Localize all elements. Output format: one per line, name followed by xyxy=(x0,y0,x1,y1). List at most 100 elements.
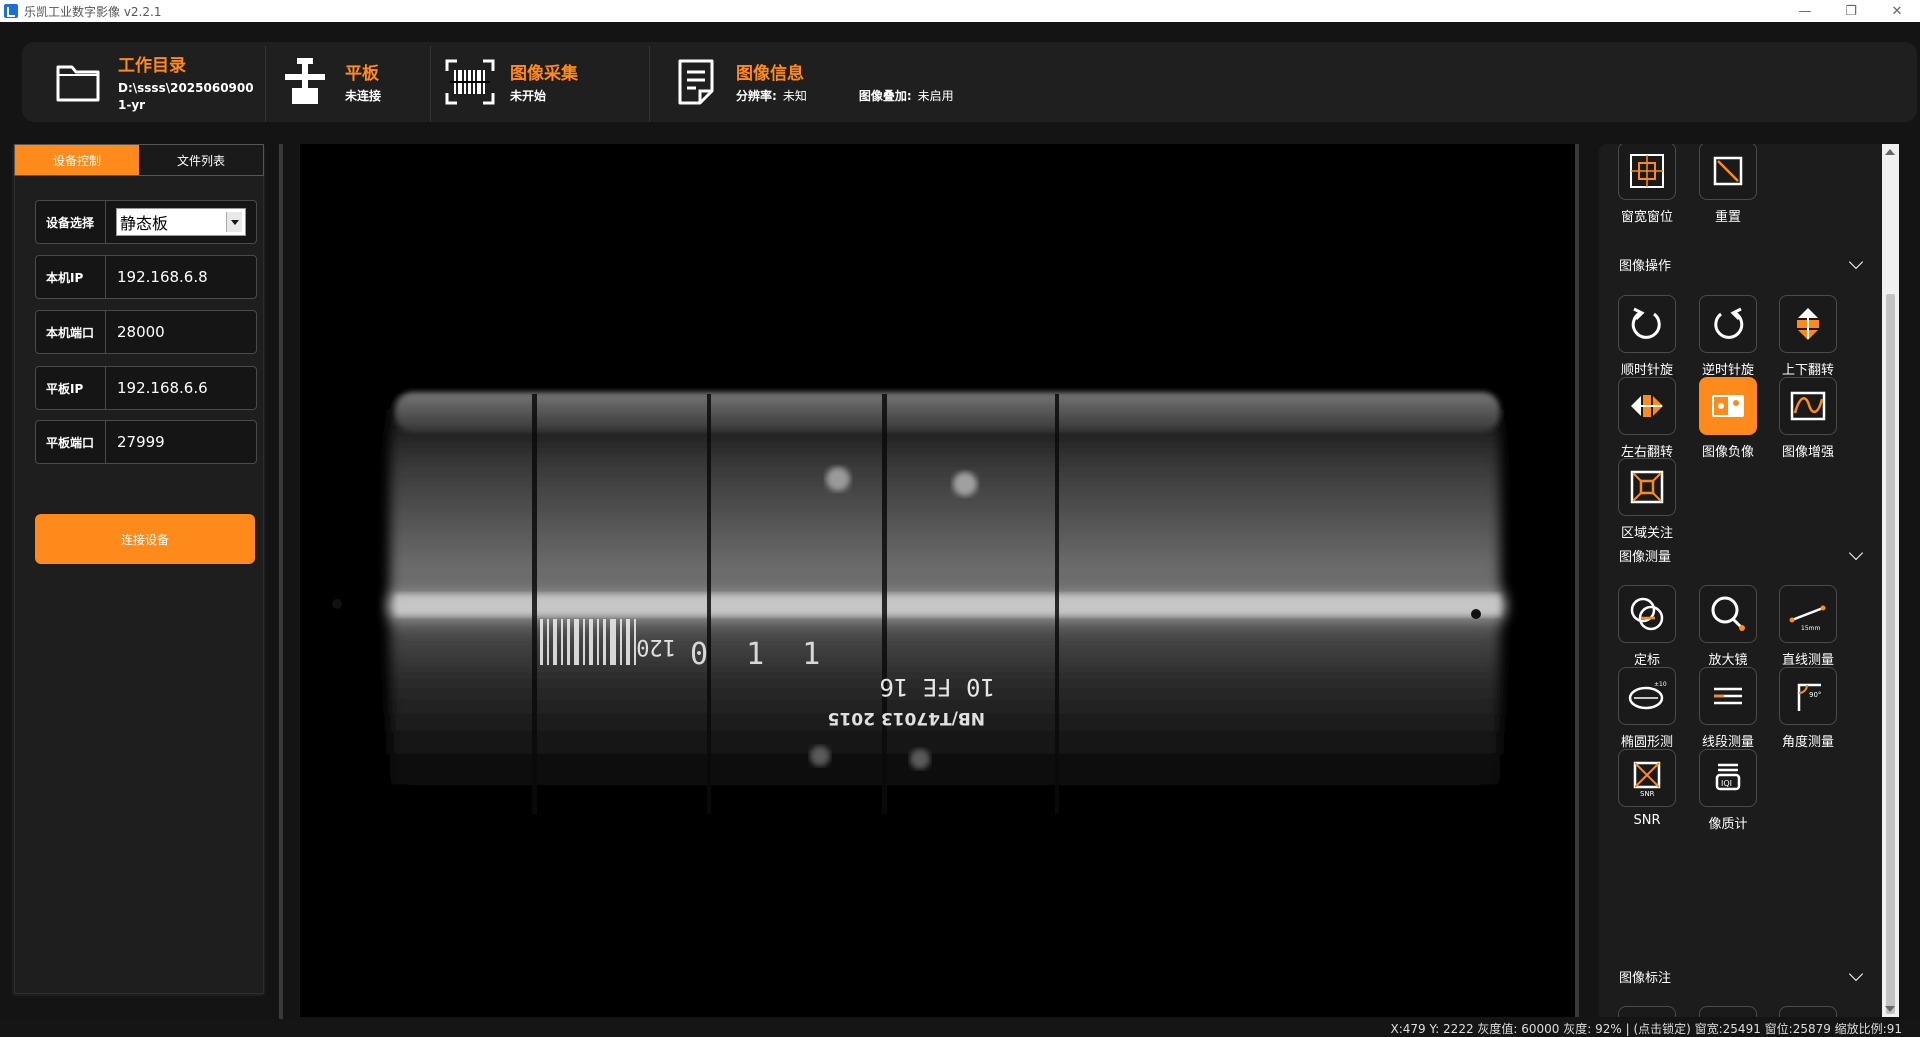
angle-measure-icon[interactable]: 90° xyxy=(1779,667,1837,725)
device-select-value: 静态板 xyxy=(120,214,169,233)
iqi-tool[interactable]: IQI 像质计 xyxy=(1688,749,1768,832)
device-control-panel: 设备控制 文件列表 设备选择 静态板 本机IP 192.168.6.8 本机端口… xyxy=(12,144,265,996)
status-text: X:479 Y: 2222 灰度值: 60000 灰度: 92% | (点击锁定… xyxy=(1390,1021,1902,1036)
tab-device-control[interactable]: 设备控制 xyxy=(15,145,139,175)
maximize-button[interactable]: ❐ xyxy=(1828,0,1874,22)
section-title: 图像标注 xyxy=(1619,970,1672,986)
panel-status: 未连接 xyxy=(345,89,382,103)
annotate-tool[interactable] xyxy=(1768,1006,1848,1017)
reset-icon[interactable] xyxy=(1699,144,1757,200)
chevron-down-icon[interactable] xyxy=(1848,254,1864,269)
ellipse-measure-icon[interactable]: ±10 xyxy=(1618,667,1676,725)
chevron-down-icon[interactable] xyxy=(226,212,242,232)
iqi-sub: IQI xyxy=(1721,779,1732,788)
enhance-icon[interactable] xyxy=(1779,377,1837,435)
flip-horizontal-tool[interactable]: 左右翻转 xyxy=(1607,377,1687,460)
enhance-tool[interactable]: 图像增强 xyxy=(1768,377,1848,460)
tool-label: 窗宽窗位 xyxy=(1620,210,1673,225)
section-image-annotate[interactable]: 图像标注 xyxy=(1619,966,1869,986)
iqi-icon[interactable]: IQI xyxy=(1699,749,1757,807)
xray-image: 120 0 1 1 10 FE 16 NB/T47013 2015 xyxy=(300,144,1575,1017)
local-ip-field[interactable]: 192.168.6.8 xyxy=(106,256,256,298)
annotate-tool[interactable] xyxy=(1688,1006,1768,1017)
acquire-status: 未开始 xyxy=(510,89,547,103)
line-measure-icon[interactable]: 15mm xyxy=(1779,585,1837,643)
chevron-down-icon[interactable] xyxy=(1848,966,1864,981)
viewer-splitter[interactable] xyxy=(1575,144,1579,1017)
tool-label: 图像负像 xyxy=(1701,445,1754,460)
tool-label: 顺时针旋 xyxy=(1620,363,1673,378)
workdir-path-2: 1-yr xyxy=(118,97,146,112)
close-button[interactable]: ✕ xyxy=(1874,0,1920,22)
segment-measure-tool[interactable]: 线段测量 xyxy=(1688,667,1768,750)
angle-measure-tool[interactable]: 90° 角度测量 xyxy=(1768,667,1848,750)
annotate-icon[interactable] xyxy=(1618,1006,1676,1017)
tool-label: 逆时针旋 xyxy=(1701,363,1754,378)
app-logo-icon xyxy=(4,4,18,18)
tab-file-list[interactable]: 文件列表 xyxy=(139,145,263,175)
panel-splitter[interactable] xyxy=(279,144,283,1019)
flip-vertical-tool[interactable]: 上下翻转 xyxy=(1768,295,1848,378)
local-ip-label: 本机IP xyxy=(36,256,106,298)
tool-label: 角度测量 xyxy=(1781,735,1834,750)
calibrate-icon[interactable] xyxy=(1618,585,1676,643)
window-level-tool[interactable]: 窗宽窗位 xyxy=(1607,144,1687,225)
stamp-text-1: 10 FE 16 xyxy=(879,673,995,701)
snr-tool[interactable]: SNR SNR xyxy=(1607,749,1687,828)
connect-device-button[interactable]: 连接设备 xyxy=(35,514,255,564)
ellipse-measure-tool[interactable]: ±10 椭圆形测 xyxy=(1607,667,1687,750)
minimize-button[interactable]: — xyxy=(1782,0,1828,22)
flip-horizontal-icon[interactable] xyxy=(1618,377,1676,435)
stamp-text-2: NB/T47013 2015 xyxy=(828,708,985,728)
header-divider xyxy=(265,46,266,122)
tool-label: 椭圆形测 xyxy=(1620,735,1673,750)
device-select[interactable]: 静态板 xyxy=(116,208,246,236)
barcode-text: 120 xyxy=(636,634,676,659)
window-title: 乐凯工业数字影像 v2.2.1 xyxy=(24,4,162,19)
folder-icon xyxy=(50,54,106,110)
annotate-tool[interactable] xyxy=(1607,1006,1687,1017)
rotate-ccw-tool[interactable]: 逆时针旋 xyxy=(1688,295,1768,378)
magnifier-icon[interactable] xyxy=(1699,585,1757,643)
panel-port-field[interactable]: 27999 xyxy=(106,421,256,463)
info-section: 图像信息 分辨率: 未知 图像叠加: 未启用 xyxy=(668,42,954,122)
chevron-down-icon[interactable] xyxy=(1848,545,1864,560)
roi-tool[interactable]: 区域关注 xyxy=(1607,458,1687,541)
reset-tool[interactable]: 重置 xyxy=(1688,144,1768,225)
annotate-icon[interactable] xyxy=(1779,1006,1837,1017)
rotate-cw-tool[interactable]: 顺时针旋 xyxy=(1607,295,1687,378)
section-image-measure[interactable]: 图像测量 xyxy=(1619,545,1869,565)
image-viewer[interactable]: 120 0 1 1 10 FE 16 NB/T47013 2015 xyxy=(300,144,1575,1017)
annotate-icon[interactable] xyxy=(1699,1006,1757,1017)
panel-ip-row: 平板IP 192.168.6.6 xyxy=(35,366,257,410)
negative-tool[interactable]: 图像负像 xyxy=(1688,377,1768,460)
segment-measure-icon[interactable] xyxy=(1699,667,1757,725)
rotate-cw-icon[interactable] xyxy=(1618,295,1676,353)
title-bar: 乐凯工业数字影像 v2.2.1 — ❐ ✕ xyxy=(0,0,1920,22)
tool-label: 重置 xyxy=(1714,210,1741,225)
workdir-section[interactable]: 工作目录 D:\ssss\2025060900 1-yr xyxy=(50,42,254,122)
resolution-label: 分辨率: xyxy=(736,89,777,103)
tool-panel-scrollbar[interactable] xyxy=(1882,144,1899,1017)
scroll-thumb[interactable] xyxy=(1886,294,1895,1014)
local-ip-row: 本机IP 192.168.6.8 xyxy=(35,255,257,299)
calibrate-tool[interactable]: 定标 xyxy=(1607,585,1687,668)
roi-icon[interactable] xyxy=(1618,458,1676,516)
header-divider xyxy=(430,46,431,122)
flip-vertical-icon[interactable] xyxy=(1779,295,1837,353)
window-level-icon[interactable] xyxy=(1618,144,1676,200)
line-measure-tool[interactable]: 15mm 直线测量 xyxy=(1768,585,1848,668)
section-image-operation[interactable]: 图像操作 xyxy=(1619,254,1869,274)
scroll-down-icon[interactable] xyxy=(1885,1006,1895,1012)
magnifier-tool[interactable]: 放大镜 xyxy=(1688,585,1768,668)
panel-ip-label: 平板IP xyxy=(36,367,106,409)
tool-label: 线段测量 xyxy=(1701,735,1754,750)
snr-icon[interactable]: SNR xyxy=(1618,749,1676,807)
local-port-label: 本机端口 xyxy=(36,311,106,353)
panel-ip-field[interactable]: 192.168.6.6 xyxy=(106,367,256,409)
rotate-ccw-icon[interactable] xyxy=(1699,295,1757,353)
scroll-up-icon[interactable] xyxy=(1885,149,1895,155)
acquire-label: 图像采集 xyxy=(510,64,578,84)
local-port-field[interactable]: 28000 xyxy=(106,311,256,353)
negative-icon[interactable] xyxy=(1699,377,1757,435)
